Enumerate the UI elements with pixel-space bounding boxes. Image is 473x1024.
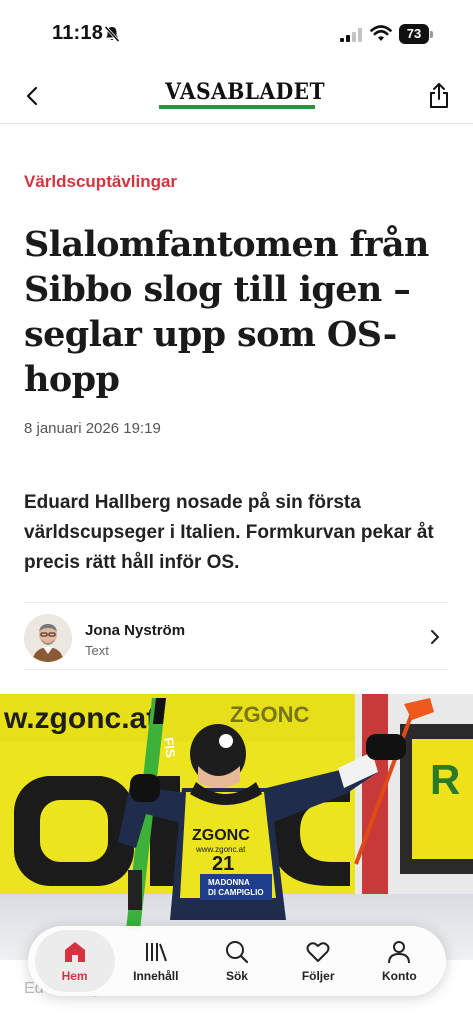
search-icon xyxy=(225,941,249,964)
tab-foljer[interactable]: Följer xyxy=(278,930,358,992)
article-headline: Slalomfantomen från Sibbo slog till igen… xyxy=(24,224,429,400)
bottom-tab-bar: Hem Innehåll Sök Följer Konto xyxy=(28,926,446,996)
logo-text: VASABLADET xyxy=(165,79,326,105)
bib-number: 21 xyxy=(212,853,234,875)
ski-brand-text: FIS xyxy=(161,737,178,759)
banner-url-text: w.zgonc.at xyxy=(3,702,156,735)
home-icon xyxy=(64,942,85,962)
skier-photo: R w.zgonc.at ZGONC FIS ZGONC www.zgonc.a… xyxy=(0,694,473,960)
status-bar: 11:18 73 xyxy=(0,0,473,66)
author-role: Text xyxy=(85,643,109,658)
status-time: 11:18 xyxy=(52,22,104,44)
tab-hem[interactable]: Hem xyxy=(34,930,115,992)
article-category[interactable]: Världscuptävlingar xyxy=(24,172,177,192)
article-lead: Eduard Hallberg nosade på sin första vär… xyxy=(24,492,434,573)
share-icon xyxy=(430,83,448,108)
svg-text:R: R xyxy=(430,756,460,803)
article-image[interactable]: R w.zgonc.at ZGONC FIS ZGONC www.zgonc.a… xyxy=(0,694,473,960)
logo-underline xyxy=(159,105,315,109)
bell-off-icon xyxy=(104,25,120,43)
author-photo xyxy=(24,614,72,662)
battery-tip xyxy=(430,31,433,38)
bib-event-line2: DI CAMPIGLIO xyxy=(208,888,264,897)
tab-label-hem: Hem xyxy=(61,969,88,983)
chevron-left-icon xyxy=(26,86,38,106)
wifi-icon xyxy=(370,25,392,41)
author-avatar xyxy=(24,614,72,662)
signal-icon xyxy=(340,28,362,42)
person-icon xyxy=(388,941,411,964)
share-button[interactable] xyxy=(425,82,453,110)
heart-icon xyxy=(306,942,330,962)
chevron-right-icon xyxy=(431,630,439,644)
background-o-letter xyxy=(14,776,134,886)
battery-indicator: 73 xyxy=(399,24,433,44)
back-button[interactable] xyxy=(18,82,46,110)
bib-event-line1: MADONNA xyxy=(208,878,250,887)
library-icon xyxy=(145,943,167,962)
app-header: VASABLADET xyxy=(0,66,473,124)
tab-label-sok: Sök xyxy=(225,969,248,983)
tab-label-foljer: Följer xyxy=(301,969,335,983)
brand-logo: VASABLADET xyxy=(159,79,326,110)
tab-label-konto: Konto xyxy=(382,969,417,983)
tab-konto[interactable]: Konto xyxy=(359,930,439,992)
publish-date: 8 januari 2026 19:19 xyxy=(24,420,161,437)
author-byline[interactable]: Jona Nyström Text xyxy=(24,602,448,670)
bib-brand-text: ZGONC xyxy=(192,827,250,844)
tab-sok[interactable]: Sök xyxy=(197,930,277,992)
tab-innehall[interactable]: Innehåll xyxy=(116,930,196,992)
author-name: Jona Nyström xyxy=(85,622,186,639)
banner-brand-text: ZGONC xyxy=(230,702,310,727)
battery-level: 73 xyxy=(399,24,429,44)
tab-label-innehall: Innehåll xyxy=(133,969,179,983)
